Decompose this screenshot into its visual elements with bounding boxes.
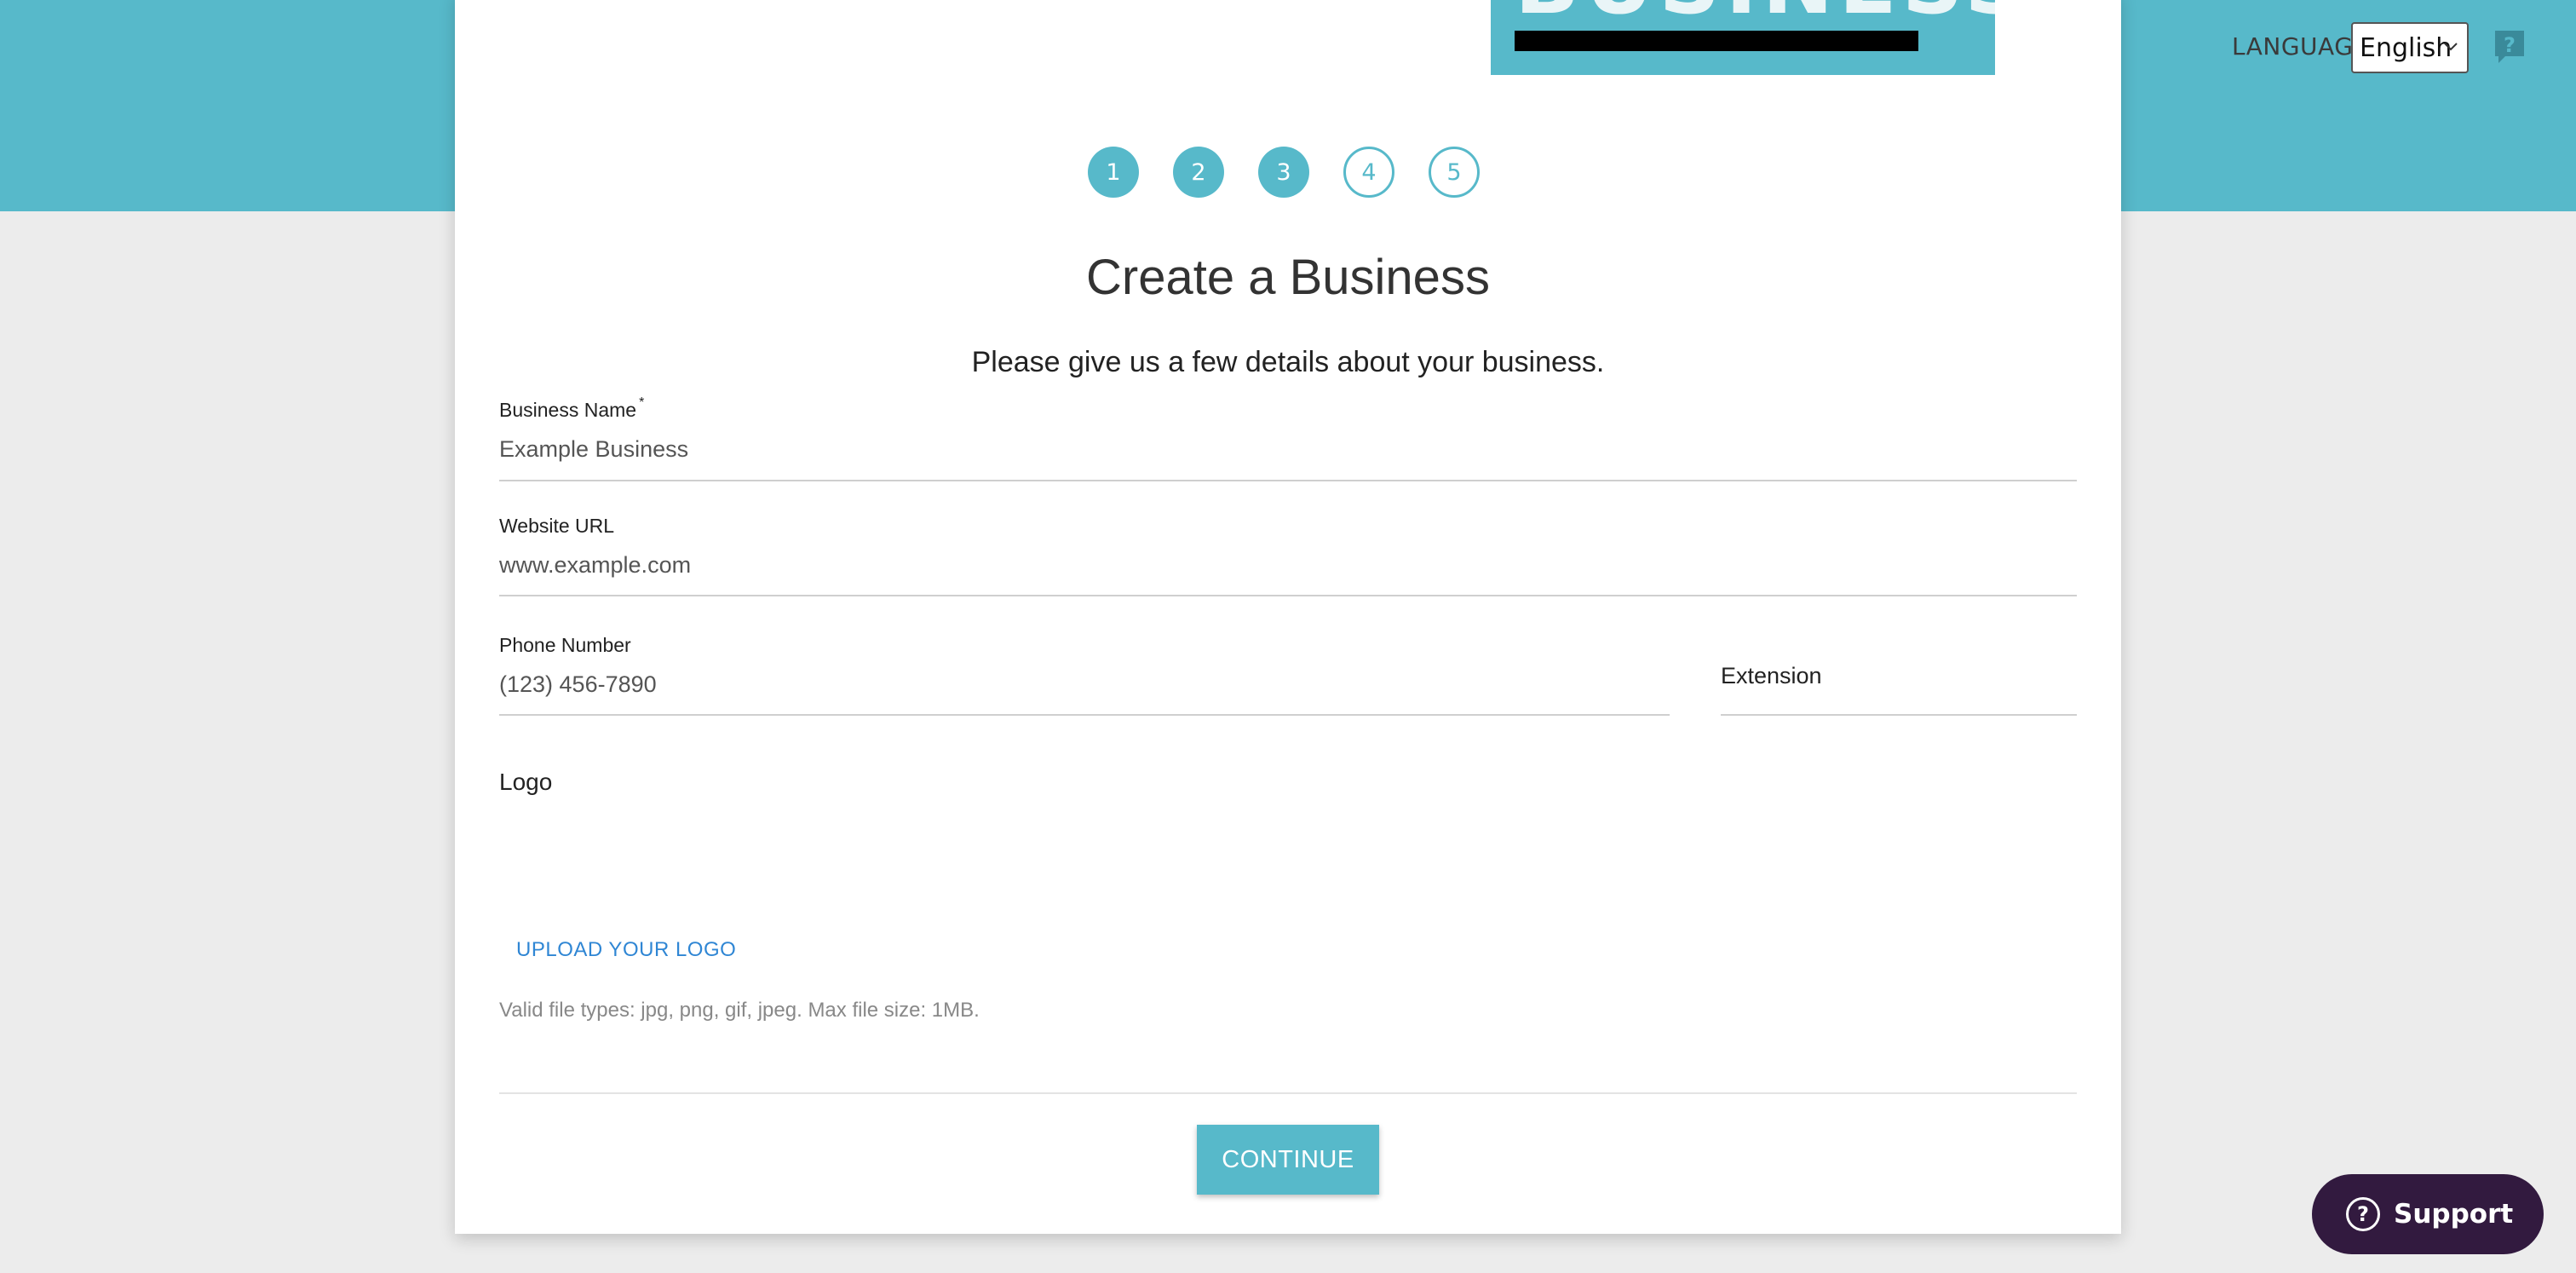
website-url-underline xyxy=(499,595,2077,596)
step-2: 2 xyxy=(1173,147,1224,198)
website-url-label: Website URL xyxy=(499,515,615,537)
step-4: 4 xyxy=(1343,147,1394,198)
business-logo-banner: BUSINESS xyxy=(1491,0,1995,75)
question-circle-icon: ? xyxy=(2346,1197,2380,1231)
support-label: Support xyxy=(2394,1199,2514,1230)
phone-number-underline xyxy=(499,714,1670,716)
business-name-label: Business Name * xyxy=(499,395,644,422)
language-select-value: English xyxy=(2360,32,2452,63)
file-type-hint: Valid file types: jpg, png, gif, jpeg. M… xyxy=(499,999,980,1022)
svg-text:?: ? xyxy=(2504,33,2516,57)
phone-number-input[interactable]: (123) 456-7890 xyxy=(499,671,657,698)
step-5: 5 xyxy=(1429,147,1480,198)
step-1: 1 xyxy=(1088,147,1139,198)
chevron-down-icon xyxy=(2444,43,2458,51)
upload-logo-button[interactable]: UPLOAD YOUR LOGO xyxy=(516,938,736,962)
business-name-label-text: Business Name xyxy=(499,399,637,421)
business-name-input[interactable]: Example Business xyxy=(499,436,688,463)
language-select[interactable]: English xyxy=(2351,22,2469,73)
website-url-input[interactable]: www.example.com xyxy=(499,552,691,579)
support-button[interactable]: ? Support xyxy=(2312,1174,2544,1254)
continue-button[interactable]: CONTINUE xyxy=(1197,1125,1379,1195)
phone-number-label: Phone Number xyxy=(499,634,631,656)
question-bubble-icon[interactable]: ? xyxy=(2493,29,2526,66)
logo-redaction-bar xyxy=(1515,31,1918,51)
step-3: 3 xyxy=(1258,147,1309,198)
step-indicator: 1 2 3 4 5 xyxy=(0,147,2576,201)
logo-artwork: BUSINESS xyxy=(1515,0,1995,33)
form-divider xyxy=(499,1092,2077,1094)
language-label: LANGUAGE xyxy=(2232,32,2369,60)
business-name-underline xyxy=(499,480,2077,481)
logo-label: Logo xyxy=(499,769,553,795)
page-subtitle: Please give us a few details about your … xyxy=(971,346,1605,378)
page-title: Create a Business xyxy=(1086,250,1490,305)
required-mark: * xyxy=(639,395,645,410)
extension-underline xyxy=(1721,714,2077,716)
extension-input[interactable]: Extension xyxy=(1721,663,1822,689)
